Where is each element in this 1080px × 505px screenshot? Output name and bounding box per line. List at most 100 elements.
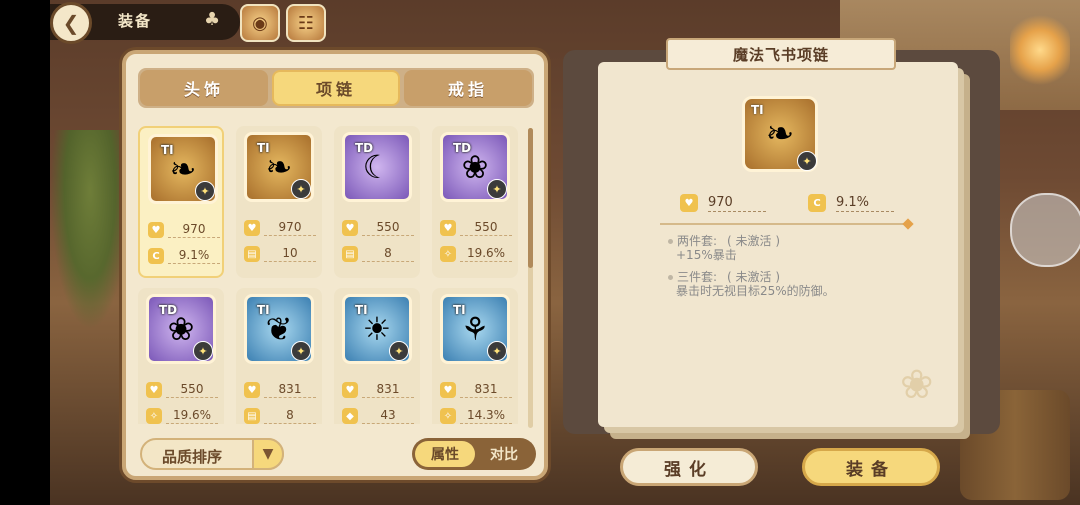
item-card[interactable]: TI ☀ ✦ ♥ 831 ◆ 43 — [334, 288, 420, 424]
item-stat-row: ♥ 831 — [342, 380, 414, 400]
item-icon-frame: TD ☾ — [342, 132, 412, 202]
category-tabs: 头饰 项链 戒指 — [138, 68, 534, 108]
heart-icon: ♥ — [342, 220, 358, 236]
item-tier: TI — [453, 303, 466, 317]
item-card[interactable]: TI ❧ ✦ ♥ 970 C 9.1% — [138, 126, 224, 278]
item-tier: TD — [453, 141, 472, 155]
folder-icon: ▤ — [244, 408, 260, 424]
back-arrow-icon: ❮ — [62, 11, 80, 35]
detail-stat-hp: ♥ 970 — [680, 192, 766, 214]
item-icon-frame: TI ❧ ✦ — [148, 134, 218, 204]
heart-icon: ♥ — [440, 382, 456, 398]
item-grid[interactable]: TI ❧ ✦ ♥ 970 C 9.1% TI ❧ ✦ ♥ 970 ▤ 10 TD ☾ ♥ 550 ▤ 8 TD ❀ ✦ ♥ 55… — [138, 124, 528, 424]
item-stat-row: ♥ 831 — [244, 380, 316, 400]
item-stat-value: 9.1% — [168, 248, 220, 264]
sparkle-icon: ✧ — [440, 408, 456, 424]
item-stat-value: 10 — [264, 246, 316, 262]
screen-edge — [0, 0, 50, 505]
item-scrollbar[interactable] — [528, 128, 533, 428]
sparkle-icon: ✧ — [146, 408, 162, 424]
set2-desc: +15%暴击 — [676, 248, 737, 262]
clover-icon: ♣ — [204, 9, 221, 30]
item-card[interactable]: TI ⚘ ✦ ♥ 831 ✧ 14.3% — [432, 288, 518, 424]
detail-item-icon: TI ❧ ✦ — [742, 96, 818, 172]
tab-necklace[interactable]: 项链 — [272, 70, 400, 106]
crit-icon: C — [808, 194, 826, 212]
item-stat-value: 831 — [460, 382, 512, 398]
item-card[interactable]: TD ❀ ✦ ♥ 550 ✧ 19.6% — [138, 288, 224, 424]
item-stat-row: ♥ 550 — [342, 218, 414, 238]
crit-icon: C — [148, 248, 164, 264]
bullet-icon — [668, 275, 673, 280]
sort-dropdown[interactable]: 品质排序 ▼ — [140, 438, 284, 470]
item-card[interactable]: TI ❧ ✦ ♥ 970 ▤ 10 — [236, 126, 322, 278]
item-stat-value: 14.3% — [460, 408, 512, 424]
item-tier: TD — [355, 141, 374, 155]
item-card[interactable]: TD ☾ ♥ 550 ▤ 8 — [334, 126, 420, 278]
detail-tier: TI — [751, 103, 764, 117]
item-stat-value: 43 — [362, 408, 414, 424]
star-badge-icon: ✦ — [797, 151, 817, 171]
heart-icon: ♥ — [342, 382, 358, 398]
chevron-down-icon[interactable]: ▼ — [252, 438, 284, 470]
heart-icon: ♥ — [440, 220, 456, 236]
item-stat-row: ♥ 550 — [440, 218, 512, 238]
paw-print-icon: ❀ — [900, 362, 934, 408]
tab-ring[interactable]: 戒指 — [404, 70, 532, 106]
item-stat-row: ▤ 8 — [342, 244, 414, 264]
equip-button[interactable]: 装备 — [802, 448, 940, 486]
item-stat-value: 8 — [362, 246, 414, 262]
item-stat-row: ♥ 831 — [440, 380, 512, 400]
item-tier: TI — [355, 303, 368, 317]
star-badge-icon: ✦ — [291, 179, 311, 199]
item-stat-value: 550 — [166, 382, 218, 398]
strengthen-button[interactable]: 强化 — [620, 448, 758, 486]
item-icon-frame: TI ⚘ ✦ — [440, 294, 510, 364]
shield-icon: ◆ — [342, 408, 358, 424]
view-toggle[interactable]: 属性 对比 — [412, 438, 536, 470]
sort-label: 品质排序 — [162, 448, 223, 466]
toggle-attributes[interactable]: 属性 — [415, 441, 475, 467]
item-card[interactable]: TD ❀ ✦ ♥ 550 ✧ 19.6% — [432, 126, 518, 278]
heart-icon: ♥ — [680, 194, 698, 212]
star-badge-icon: ✦ — [389, 341, 409, 361]
page-title: 装备 — [118, 12, 153, 30]
floating-scroll-handle[interactable] — [1010, 193, 1080, 267]
set2-head: 两件套: — [677, 234, 718, 248]
item-stat-value: 550 — [362, 220, 414, 236]
folder-icon: ▤ — [342, 246, 358, 262]
star-badge-icon: ✦ — [487, 179, 507, 199]
item-stat-value: 970 — [168, 222, 220, 238]
item-stat-value: 19.6% — [460, 246, 512, 262]
detail-title: 魔法飞书项链 — [666, 38, 896, 70]
equipment-list-panel: 头饰 项链 戒指 TI ❧ ✦ ♥ 970 C 9.1% TI ❧ ✦ ♥ 970 ▤ 10 TD ☾ ♥ 550… — [122, 50, 548, 480]
item-icon-frame: TI ❧ ✦ — [244, 132, 314, 202]
set-bonus-3: 三件套: ( 未激活 ) 暴击时无视目标25%的防御。 — [668, 270, 835, 298]
item-stat-value: 8 — [264, 408, 316, 424]
spellbook-icon[interactable]: ☷ — [286, 4, 326, 42]
star-badge-icon: ✦ — [487, 341, 507, 361]
toggle-compare[interactable]: 对比 — [474, 441, 534, 467]
item-card[interactable]: TI ❦ ✦ ♥ 831 ▤ 8 — [236, 288, 322, 424]
item-icon-frame: TD ❀ ✦ — [146, 294, 216, 364]
tab-headwear[interactable]: 头饰 — [140, 70, 268, 106]
back-button[interactable]: ❮ — [50, 2, 92, 44]
green-dragonfly-necklace-icon: ❧ — [765, 114, 795, 154]
item-icon-frame: TD ❀ ✦ — [440, 132, 510, 202]
item-tier: TI — [257, 303, 270, 317]
item-tier: TI — [161, 143, 174, 157]
item-stat-row: C 9.1% — [148, 246, 220, 266]
detail-stat-hp-value: 970 — [708, 195, 766, 212]
item-stat-value: 550 — [460, 220, 512, 236]
detail-stat-crit-value: 9.1% — [836, 195, 894, 212]
scrollbar-thumb[interactable] — [528, 128, 533, 268]
item-stat-row: ◆ 43 — [342, 406, 414, 424]
item-stat-value: 970 — [264, 220, 316, 236]
swirl-eye-icon[interactable]: ◉ — [240, 4, 280, 42]
heart-icon: ♥ — [146, 382, 162, 398]
item-stat-row: ✧ 14.3% — [440, 406, 512, 424]
heart-icon: ♥ — [148, 222, 164, 238]
set3-head: 三件套: — [677, 270, 718, 284]
item-stat-row: ♥ 550 — [146, 380, 218, 400]
item-tier: TD — [159, 303, 178, 317]
